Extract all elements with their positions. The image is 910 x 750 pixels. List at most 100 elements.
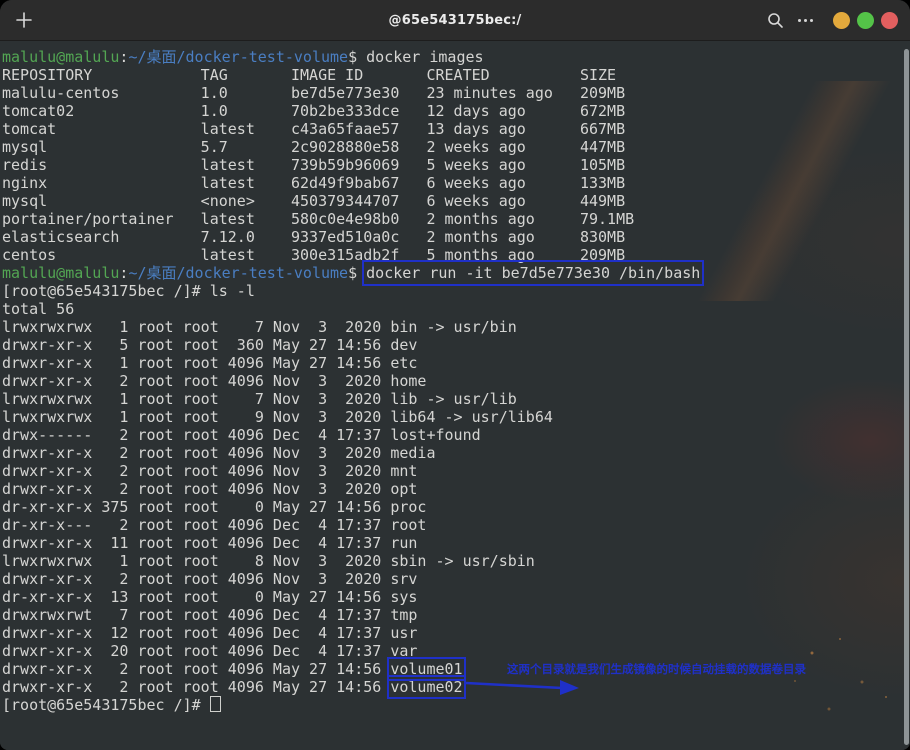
ls-entry-meta: drwxr-xr-x 2 root root 4096 Nov 3 2020 [2,570,390,588]
images-row-line: mysql 5.7 2c9028880e58 2 weeks ago 447MB [2,138,910,156]
ls-entry-meta: dr-xr-x--- 2 root root 4096 Dec 4 17:37 [2,516,390,534]
images-row-line: malulu-centos 1.0 be7d5e773e30 23 minute… [2,84,910,102]
images-header-line: REPOSITORY TAG IMAGE ID CREATED SIZE [2,66,910,84]
ls-entry-name: tmp [390,606,417,624]
ls-entry-name: run [390,534,417,552]
titlebar-actions [767,0,898,40]
ls-entry-meta: drwxr-xr-x 12 root root 4096 Dec 4 17:37 [2,624,390,642]
maximize-button[interactable] [857,12,874,29]
ls-total: total 56 [2,300,74,318]
ls-entry-meta: lrwxrwxrwx 1 root root 7 Nov 3 2020 [2,318,390,336]
ls-entry-name: volume01 [390,660,462,678]
prompt-user: malulu@malulu [2,264,119,282]
ls-entry-meta: drwxr-xr-x 2 root root 4096 Nov 3 2020 [2,372,390,390]
images-row-line: redis latest 739b59b96069 5 weeks ago 10… [2,156,910,174]
ls-entry-meta: drwxr-xr-x 20 root root 4096 Dec 4 17:37 [2,642,390,660]
close-button[interactable] [881,12,898,29]
ls-entry-line: dr-xr-xr-x 13 root root 0 May 27 14:56 s… [2,588,910,606]
window-title: @65e543175bec:/ [389,13,522,28]
command-docker-run: docker run -it be7d5e773e30 /bin/bash [366,264,700,282]
host-prompt-line: malulu@malulu:~/桌面/docker-test-volume$ d… [2,264,910,282]
ls-entry-name: home [390,372,426,390]
images-row: elasticsearch 7.12.0 9337ed510a0c 2 mont… [2,228,625,246]
ls-entry-meta: drwxrwxrwt 7 root root 4096 Dec 4 17:37 [2,606,390,624]
ls-entry-line: drwxr-xr-x 2 root root 4096 Nov 3 2020 o… [2,480,910,498]
images-row-line: elasticsearch 7.12.0 9337ed510a0c 2 mont… [2,228,910,246]
prompt-path: ~/桌面/docker-test-volume [128,48,348,66]
ls-entry-name: usr [390,624,417,642]
container-prompt: [root@65e543175bec /]# [2,696,210,714]
menu-button[interactable] [798,19,813,22]
minimize-button[interactable] [833,12,850,29]
ls-entry-line: drwx------ 2 root root 4096 Dec 4 17:37 … [2,426,910,444]
ls-entry-meta: lrwxrwxrwx 1 root root 8 Nov 3 2020 [2,552,390,570]
search-button[interactable] [767,12,784,29]
ls-entry-name: media [390,444,435,462]
ls-entry-line: drwxr-xr-x 5 root root 360 May 27 14:56 … [2,336,910,354]
images-row: redis latest 739b59b96069 5 weeks ago 10… [2,156,625,174]
ls-entry-line: lrwxrwxrwx 1 root root 7 Nov 3 2020 bin … [2,318,910,336]
ls-entry-name: var [390,642,417,660]
ls-entry-link-target: -> usr/bin [417,318,516,336]
ls-entry-link-target: -> usr/lib64 [435,408,552,426]
ls-entry-line: drwxr-xr-x 11 root root 4096 Dec 4 17:37… [2,534,910,552]
command-docker-images: docker images [366,48,483,66]
ls-entry-meta: lrwxrwxrwx 1 root root 9 Nov 3 2020 [2,408,390,426]
ls-entry-line: lrwxrwxrwx 1 root root 9 Nov 3 2020 lib6… [2,408,910,426]
annotation-arrow-icon [465,678,580,696]
ls-entry-line: drwxr-xr-x 2 root root 4096 Nov 3 2020 m… [2,444,910,462]
images-row-line: tomcat latest c43a65faae57 13 days ago 6… [2,120,910,138]
ls-entry-name: srv [390,570,417,588]
terminal-output: malulu@malulu:~/桌面/docker-test-volume$ d… [0,41,910,714]
ls-entry-meta: drwxr-xr-x 1 root root 4096 May 27 14:56 [2,354,390,372]
container-prompt-line: [root@65e543175bec /]# ls -l [2,282,910,300]
terminal-area[interactable]: malulu@malulu:~/桌面/docker-test-volume$ d… [0,41,910,750]
ls-entry-line: dr-xr-x--- 2 root root 4096 Dec 4 17:37 … [2,516,910,534]
container-prompt-line: [root@65e543175bec /]# [2,696,910,714]
command-ls: ls -l [210,282,255,300]
images-row: mysql 5.7 2c9028880e58 2 weeks ago 447MB [2,138,625,156]
search-icon [767,12,784,29]
ls-entry-link-target: -> usr/lib [417,390,516,408]
images-row: malulu-centos 1.0 be7d5e773e30 23 minute… [2,84,625,102]
images-row-line: tomcat02 1.0 70b2be333dce 12 days ago 67… [2,102,910,120]
images-row: nginx latest 62d49f9bab67 6 weeks ago 13… [2,174,625,192]
ls-entry-meta: drwxr-xr-x 2 root root 4096 Nov 3 2020 [2,444,390,462]
ls-entry-name: lib64 [390,408,435,426]
new-tab-button[interactable] [14,10,34,30]
titlebar[interactable]: @65e543175bec:/ [0,0,910,41]
images-row-line: portainer/portainer latest 580c0e4e98b0 … [2,210,910,228]
ls-entry-name: sys [390,588,417,606]
window-controls [833,12,898,29]
prompt-symbol: $ [348,48,366,66]
ls-entry-meta: drwxr-xr-x 11 root root 4096 Dec 4 17:37 [2,534,390,552]
images-header: REPOSITORY TAG IMAGE ID CREATED SIZE [2,66,616,84]
ls-entry-meta: drwxr-xr-x 5 root root 360 May 27 14:56 [2,336,390,354]
ls-entry-name: dev [390,336,417,354]
scrollbar[interactable] [904,49,909,745]
terminal-cursor [210,696,221,712]
images-row-line: mysql <none> 450379344707 6 weeks ago 44… [2,192,910,210]
ls-entry-meta: drwxr-xr-x 2 root root 4096 May 27 14:56 [2,678,390,696]
terminal-window: @65e543175bec:/ malulu@malulu:~/桌面/docke… [0,0,910,750]
ls-entry-name: mnt [390,462,417,480]
ls-entry-name: etc [390,354,417,372]
ls-entry-meta: drwxr-xr-x 2 root root 4096 Nov 3 2020 [2,480,390,498]
ls-entry-line: lrwxrwxrwx 1 root root 8 Nov 3 2020 sbin… [2,552,910,570]
ls-entry-link-target: -> usr/sbin [426,552,534,570]
ls-entry-name: root [390,516,426,534]
ls-entry-meta: drwx------ 2 root root 4096 Dec 4 17:37 [2,426,390,444]
images-row-line: nginx latest 62d49f9bab67 6 weeks ago 13… [2,174,910,192]
ls-entry-meta: lrwxrwxrwx 1 root root 7 Nov 3 2020 [2,390,390,408]
ls-entry-line: drwxr-xr-x 2 root root 4096 Nov 3 2020 m… [2,462,910,480]
ls-entry-line: drwxrwxrwt 7 root root 4096 Dec 4 17:37 … [2,606,910,624]
images-row: portainer/portainer latest 580c0e4e98b0 … [2,210,634,228]
ls-entry-meta: drwxr-xr-x 2 root root 4096 Nov 3 2020 [2,462,390,480]
ls-entry-meta: dr-xr-xr-x 375 root root 0 May 27 14:56 [2,498,390,516]
prompt-symbol: $ [348,264,366,282]
ls-entry-meta: dr-xr-xr-x 13 root root 0 May 27 14:56 [2,588,390,606]
images-row: tomcat02 1.0 70b2be333dce 12 days ago 67… [2,102,625,120]
ellipsis-icon [798,19,813,22]
ls-entry-meta: drwxr-xr-x 2 root root 4096 May 27 14:56 [2,660,390,678]
ls-entry-name: lib [390,390,417,408]
